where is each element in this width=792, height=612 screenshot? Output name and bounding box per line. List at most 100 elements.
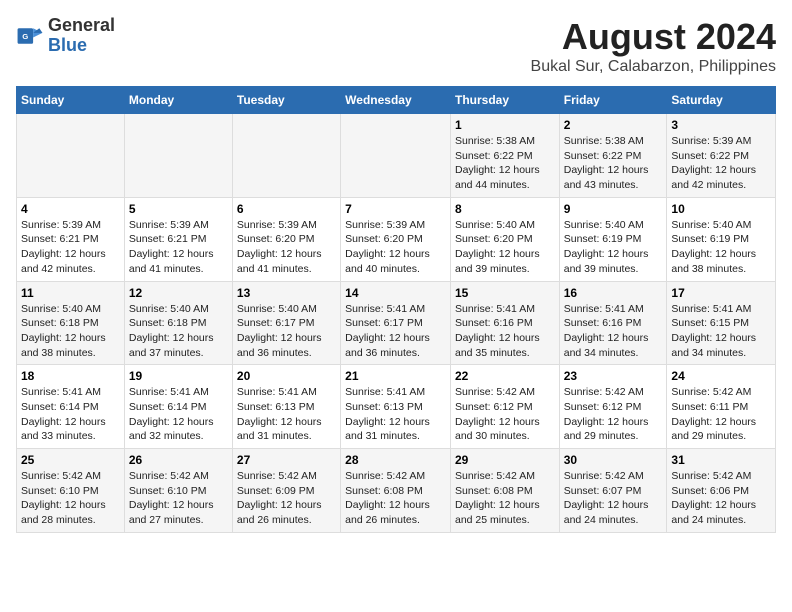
day-info: Sunrise: 5:41 AM Sunset: 6:15 PM Dayligh… (671, 302, 771, 361)
calendar-cell: 13 Sunrise: 5:40 AM Sunset: 6:17 PM Dayli… (232, 281, 340, 365)
header-day-wednesday: Wednesday (341, 87, 451, 114)
day-number: 24 (671, 369, 771, 383)
logo-text: General Blue (48, 16, 115, 56)
calendar-cell: 11Sunrise: 5:40 AM Sunset: 6:18 PM Dayli… (17, 281, 125, 365)
day-info: Sunrise: 5:39 AM Sunset: 6:21 PM Dayligh… (129, 218, 228, 277)
header-day-monday: Monday (124, 87, 232, 114)
calendar-cell: 16 Sunrise: 5:41 AM Sunset: 6:16 PM Dayli… (559, 281, 667, 365)
day-info: Sunrise: 5:40 AM Sunset: 6:19 PM Dayligh… (671, 218, 771, 277)
calendar-cell: 27 Sunrise: 5:42 AM Sunset: 6:09 PM Dayli… (232, 449, 340, 533)
day-info: Sunrise: 5:38 AM Sunset: 6:22 PM Dayligh… (455, 134, 555, 193)
header-day-sunday: Sunday (17, 87, 125, 114)
calendar-cell: 25Sunrise: 5:42 AM Sunset: 6:10 PM Dayli… (17, 449, 125, 533)
week-row-1: 1Sunrise: 5:38 AM Sunset: 6:22 PM Daylig… (17, 114, 776, 198)
day-info: Sunrise: 5:41 AM Sunset: 6:14 PM Dayligh… (21, 385, 120, 444)
header-day-thursday: Thursday (450, 87, 559, 114)
day-info: Sunrise: 5:42 AM Sunset: 6:06 PM Dayligh… (671, 469, 771, 528)
day-number: 22 (455, 369, 555, 383)
calendar-table: SundayMondayTuesdayWednesdayThursdayFrid… (16, 86, 776, 533)
day-number: 4 (21, 202, 120, 216)
calendar-cell: 17 Sunrise: 5:41 AM Sunset: 6:15 PM Dayli… (667, 281, 776, 365)
day-info: Sunrise: 5:41 AM Sunset: 6:13 PM Dayligh… (237, 385, 336, 444)
day-number: 17 (671, 286, 771, 300)
calendar-cell: 19Sunrise: 5:41 AM Sunset: 6:14 PM Dayli… (124, 365, 232, 449)
week-row-3: 11Sunrise: 5:40 AM Sunset: 6:18 PM Dayli… (17, 281, 776, 365)
day-number: 31 (671, 453, 771, 467)
week-row-5: 25 Sunrise: 5:42 AM Sunset: 6:10 PM Dayli… (17, 449, 776, 533)
calendar-cell: 14Sunrise: 5:41 AM Sunset: 6:17 PM Dayli… (341, 281, 451, 365)
day-number: 12 (129, 286, 228, 300)
day-info: Sunrise: 5:41 AM Sunset: 6:13 PM Dayligh… (345, 385, 446, 444)
subtitle: Bukal Sur, Calabarzon, Philippines (531, 58, 776, 76)
week-row-4: 18 Sunrise: 5:41 AM Sunset: 6:14 PM Dayli… (17, 365, 776, 449)
calendar-cell: 5 Sunrise: 5:39 AM Sunset: 6:21 PM Daylig… (124, 197, 232, 281)
day-info: Sunrise: 5:39 AM Sunset: 6:20 PM Dayligh… (237, 218, 336, 277)
day-number: 20 (237, 369, 336, 383)
day-info: Sunrise: 5:39 AM Sunset: 6:20 PM Dayligh… (345, 218, 446, 277)
day-info: Sunrise: 5:42 AM Sunset: 6:11 PM Dayligh… (671, 385, 771, 444)
day-number: 9 (564, 202, 663, 216)
day-info: Sunrise: 5:40 AM Sunset: 6:20 PM Dayligh… (455, 218, 555, 277)
header-day-friday: Friday (559, 87, 667, 114)
calendar-cell: 8 Sunrise: 5:40 AM Sunset: 6:20 PM Daylig… (450, 197, 559, 281)
day-info: Sunrise: 5:42 AM Sunset: 6:08 PM Dayligh… (345, 469, 446, 528)
day-number: 25 (21, 453, 120, 467)
calendar-cell: 20 Sunrise: 5:41 AM Sunset: 6:13 PM Dayli… (232, 365, 340, 449)
day-info: Sunrise: 5:40 AM Sunset: 6:17 PM Dayligh… (237, 302, 336, 361)
calendar-cell: 9 Sunrise: 5:40 AM Sunset: 6:19 PM Daylig… (559, 197, 667, 281)
day-info: Sunrise: 5:41 AM Sunset: 6:16 PM Dayligh… (564, 302, 663, 361)
title-area: August 2024 Bukal Sur, Calabarzon, Phili… (531, 16, 776, 76)
day-number: 29 (455, 453, 555, 467)
calendar-cell (341, 114, 451, 198)
logo: G General Blue (16, 16, 115, 56)
day-info: Sunrise: 5:39 AM Sunset: 6:22 PM Dayligh… (671, 134, 771, 193)
main-title: August 2024 (531, 16, 776, 58)
header-row: SundayMondayTuesdayWednesdayThursdayFrid… (17, 87, 776, 114)
logo-blue: Blue (48, 35, 87, 55)
day-number: 6 (237, 202, 336, 216)
calendar-cell: 29Sunrise: 5:42 AM Sunset: 6:08 PM Dayli… (450, 449, 559, 533)
day-info: Sunrise: 5:42 AM Sunset: 6:09 PM Dayligh… (237, 469, 336, 528)
day-number: 3 (671, 118, 771, 132)
day-info: Sunrise: 5:41 AM Sunset: 6:16 PM Dayligh… (455, 302, 555, 361)
calendar-cell (232, 114, 340, 198)
day-info: Sunrise: 5:42 AM Sunset: 6:12 PM Dayligh… (564, 385, 663, 444)
day-number: 10 (671, 202, 771, 216)
day-info: Sunrise: 5:42 AM Sunset: 6:10 PM Dayligh… (129, 469, 228, 528)
day-info: Sunrise: 5:42 AM Sunset: 6:07 PM Dayligh… (564, 469, 663, 528)
header-day-saturday: Saturday (667, 87, 776, 114)
day-info: Sunrise: 5:41 AM Sunset: 6:17 PM Dayligh… (345, 302, 446, 361)
day-info: Sunrise: 5:40 AM Sunset: 6:19 PM Dayligh… (564, 218, 663, 277)
calendar-cell: 6 Sunrise: 5:39 AM Sunset: 6:20 PM Daylig… (232, 197, 340, 281)
calendar-cell: 22Sunrise: 5:42 AM Sunset: 6:12 PM Dayli… (450, 365, 559, 449)
logo-general: General (48, 15, 115, 35)
logo-icon: G (16, 22, 44, 50)
day-number: 27 (237, 453, 336, 467)
calendar-cell: 12 Sunrise: 5:40 AM Sunset: 6:18 PM Dayli… (124, 281, 232, 365)
calendar-cell: 3 Sunrise: 5:39 AM Sunset: 6:22 PM Daylig… (667, 114, 776, 198)
header-day-tuesday: Tuesday (232, 87, 340, 114)
svg-text:G: G (22, 32, 28, 41)
day-info: Sunrise: 5:39 AM Sunset: 6:21 PM Dayligh… (21, 218, 120, 277)
day-info: Sunrise: 5:38 AM Sunset: 6:22 PM Dayligh… (564, 134, 663, 193)
day-number: 8 (455, 202, 555, 216)
day-number: 23 (564, 369, 663, 383)
day-info: Sunrise: 5:40 AM Sunset: 6:18 PM Dayligh… (129, 302, 228, 361)
calendar-cell: 4 Sunrise: 5:39 AM Sunset: 6:21 PM Daylig… (17, 197, 125, 281)
calendar-cell: 1Sunrise: 5:38 AM Sunset: 6:22 PM Daylig… (450, 114, 559, 198)
day-number: 18 (21, 369, 120, 383)
calendar-cell: 21Sunrise: 5:41 AM Sunset: 6:13 PM Dayli… (341, 365, 451, 449)
day-number: 15 (455, 286, 555, 300)
calendar-cell (124, 114, 232, 198)
day-number: 5 (129, 202, 228, 216)
calendar-cell: 2Sunrise: 5:38 AM Sunset: 6:22 PM Daylig… (559, 114, 667, 198)
day-number: 16 (564, 286, 663, 300)
day-number: 13 (237, 286, 336, 300)
day-info: Sunrise: 5:40 AM Sunset: 6:18 PM Dayligh… (21, 302, 120, 361)
page-header: G General Blue August 2024 Bukal Sur, Ca… (16, 16, 776, 76)
day-number: 30 (564, 453, 663, 467)
calendar-cell: 7 Sunrise: 5:39 AM Sunset: 6:20 PM Daylig… (341, 197, 451, 281)
day-number: 7 (345, 202, 446, 216)
calendar-cell: 31 Sunrise: 5:42 AM Sunset: 6:06 PM Dayli… (667, 449, 776, 533)
calendar-cell: 30 Sunrise: 5:42 AM Sunset: 6:07 PM Dayli… (559, 449, 667, 533)
